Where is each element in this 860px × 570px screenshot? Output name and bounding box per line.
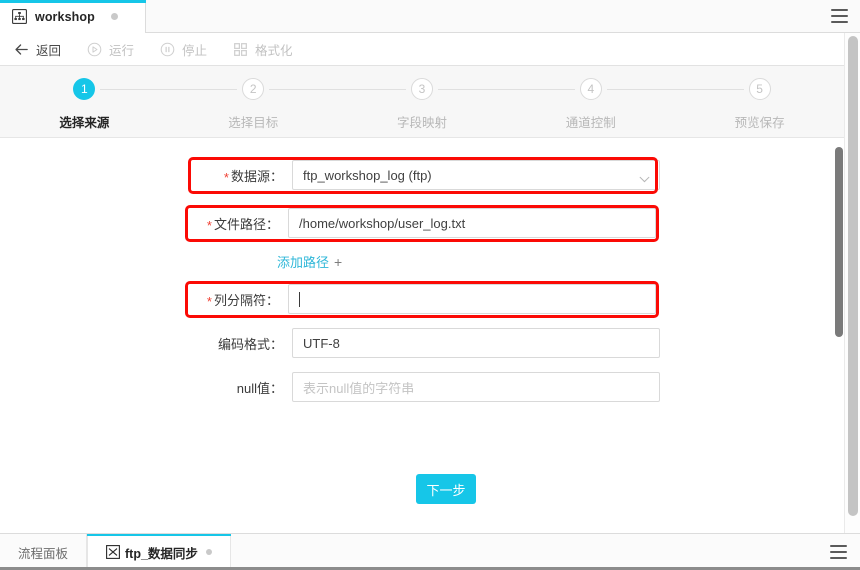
step-4-label: 通道控制 — [565, 116, 616, 130]
nullvalue-input[interactable]: 表示null值的字符串 — [292, 372, 660, 402]
step-2-number: 2 — [242, 78, 265, 100]
step-connector — [100, 89, 238, 90]
step-connector — [269, 89, 406, 90]
filepath-label-text: 文件路径： — [213, 216, 279, 232]
play-circle-icon — [87, 42, 102, 57]
bottom-tab-flow-panel-label: 流程面板 — [18, 546, 69, 561]
bottom-tab-flow-panel[interactable]: 流程面板 — [0, 534, 88, 570]
step-1-select-source[interactable]: 1 选择来源 — [0, 78, 238, 131]
field-nullvalue: null值： 表示null值的字符串 — [194, 372, 660, 402]
field-delimiter: * 列分隔符： — [190, 284, 656, 314]
editor-tab-workshop[interactable]: workshop — [0, 0, 146, 33]
datasource-select[interactable]: ftp_workshop_log (ftp) — [292, 160, 660, 190]
wizard-stepper: 1 选择来源 2 选择目标 3 字段映射 4 通道控制 5 预览保存 — [0, 66, 844, 138]
window-scrollbar-vertical[interactable] — [844, 33, 860, 533]
required-asterisk: * — [206, 217, 212, 233]
step-3-label: 字段映射 — [396, 116, 447, 130]
format-button-label: 格式化 — [255, 43, 293, 58]
grid-squares-icon — [233, 42, 248, 57]
run-button-label: 运行 — [109, 43, 135, 58]
run-button[interactable]: 运行 — [87, 40, 134, 59]
text-cursor — [299, 291, 300, 307]
next-step-button[interactable]: 下一步 — [416, 474, 476, 504]
flow-hierarchy-icon — [12, 9, 28, 25]
pause-circle-icon — [160, 42, 175, 57]
field-filepath: * 文件路径： /home/workshop/user_log.txt — [190, 208, 656, 238]
add-path-label: 添加路径 — [277, 255, 330, 270]
datasource-value: ftp_workshop_log (ftp) — [303, 167, 432, 183]
step-3-number: 3 — [410, 78, 433, 100]
encoding-value: UTF-8 — [303, 335, 340, 351]
step-1-label: 选择来源 — [59, 116, 110, 130]
step-4-channel-control[interactable]: 4 通道控制 — [506, 78, 744, 131]
chevron-down-icon — [639, 171, 650, 183]
step-4-number: 4 — [579, 78, 602, 100]
form-scrollbar-vertical[interactable] — [834, 139, 844, 533]
delimiter-label-text: 列分隔符： — [213, 292, 279, 308]
stop-button-label: 停止 — [182, 43, 208, 58]
step-5-label: 预览保存 — [734, 116, 785, 130]
bottom-tab-bar: 流程面板 ftp_数据同步 — [0, 533, 860, 570]
step-connector — [437, 89, 575, 90]
source-config-form: * 数据源： ftp_workshop_log (ftp) * 文件路径： /h… — [0, 139, 844, 533]
shuffle-box-icon — [106, 545, 120, 559]
encoding-label-text: 编码格式： — [217, 336, 283, 352]
back-button-label: 返回 — [36, 43, 62, 58]
editor-tab-label: workshop — [35, 9, 95, 24]
format-button[interactable]: 格式化 — [233, 40, 293, 59]
back-button[interactable]: 返回 — [14, 40, 61, 59]
delimiter-label: * 列分隔符： — [190, 290, 288, 309]
step-2-label: 选择目标 — [228, 116, 279, 130]
form-scrollbar-thumb[interactable] — [835, 147, 843, 337]
bottom-bar-empty-area — [231, 534, 860, 570]
tab-strip-empty-area — [146, 0, 860, 32]
encoding-label: 编码格式： — [194, 334, 292, 353]
stop-button[interactable]: 停止 — [160, 40, 207, 59]
hamburger-menu-icon[interactable] — [831, 9, 848, 23]
add-path-link[interactable]: 添加路径 + — [277, 252, 342, 271]
step-5-number: 5 — [748, 78, 771, 100]
field-encoding: 编码格式： UTF-8 — [194, 328, 660, 358]
nullvalue-placeholder: 表示null值的字符串 — [303, 380, 415, 396]
encoding-input[interactable]: UTF-8 — [292, 328, 660, 358]
step-2-select-target[interactable]: 2 选择目标 — [169, 78, 406, 131]
window-scrollbar-thumb[interactable] — [848, 36, 858, 516]
filepath-label: * 文件路径： — [190, 214, 288, 233]
field-datasource: * 数据源： ftp_workshop_log (ftp) — [194, 160, 660, 190]
filepath-input[interactable]: /home/workshop/user_log.txt — [288, 208, 656, 238]
plus-icon: + — [334, 253, 343, 270]
unsaved-indicator-dot — [110, 13, 118, 20]
step-connector — [606, 89, 744, 90]
step-5-preview-save[interactable]: 5 预览保存 — [675, 78, 844, 131]
required-asterisk: * — [206, 293, 212, 309]
editor-toolbar: 返回 运行 停止 格式化 — [0, 33, 860, 66]
hamburger-menu-icon-bottom[interactable] — [830, 545, 847, 559]
step-1-number: 1 — [73, 78, 96, 100]
arrow-left-icon — [14, 42, 29, 57]
window-tab-strip: workshop — [0, 0, 860, 33]
bottom-tab-ftp-sync[interactable]: ftp_数据同步 — [87, 534, 231, 570]
nullvalue-label-text: null值： — [236, 380, 283, 396]
datasource-label-text: 数据源： — [230, 168, 283, 184]
bottom-tab-modified-dot — [205, 549, 212, 555]
nullvalue-label: null值： — [194, 378, 292, 397]
delimiter-input[interactable] — [288, 284, 656, 314]
step-3-field-mapping[interactable]: 3 字段映射 — [338, 78, 575, 131]
application-window: workshop 返回 运行 停止 格式化 1 选择来源 2 选择目标 3 字段… — [0, 0, 860, 570]
bottom-tab-ftp-sync-label: ftp_数据同步 — [125, 546, 198, 561]
datasource-label: * 数据源： — [194, 166, 292, 185]
filepath-value: /home/workshop/user_log.txt — [299, 215, 466, 231]
required-asterisk: * — [223, 169, 229, 185]
